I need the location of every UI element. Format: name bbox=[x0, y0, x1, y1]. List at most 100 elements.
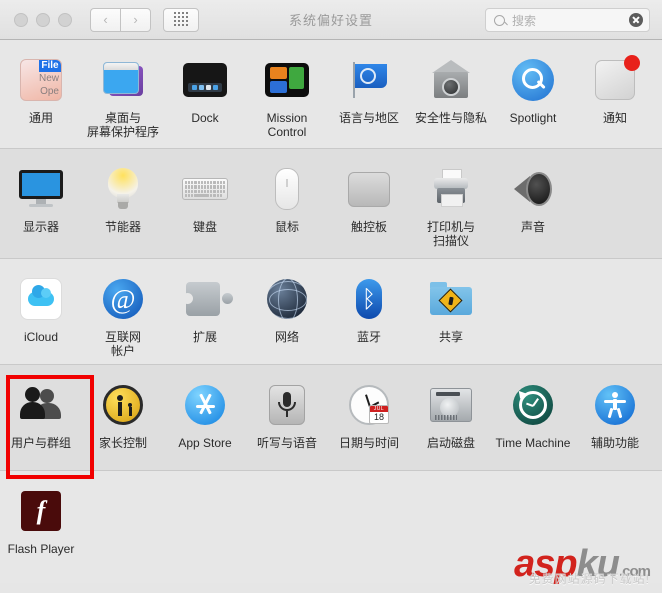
pref-item-general[interactable]: File New Ope 通用 bbox=[0, 52, 82, 125]
watermark-subtitle: 免费网站源码下载站! bbox=[528, 572, 650, 586]
parental-controls-icon bbox=[103, 385, 143, 425]
general-icon: File New Ope bbox=[20, 59, 62, 101]
zoom-button[interactable] bbox=[58, 12, 72, 27]
pref-item-spotlight[interactable]: Spotlight bbox=[492, 52, 574, 125]
displays-icon bbox=[19, 170, 63, 208]
pref-item-label: 共享 bbox=[438, 330, 463, 344]
pref-item-energy-saver[interactable]: 节能器 bbox=[82, 161, 164, 234]
pref-item-label: 显示器 bbox=[22, 220, 59, 234]
pref-item-displays[interactable]: 显示器 bbox=[0, 161, 82, 234]
pref-item-label: Time Machine bbox=[495, 436, 571, 450]
pref-item-label: 桌面与 屏幕保护程序 bbox=[86, 111, 159, 139]
window-toolbar: ‹ › 系统偏好设置 搜索 bbox=[0, 0, 662, 40]
pref-item-internet-accounts[interactable]: @ 互联网 帐户 bbox=[82, 271, 164, 358]
pref-item-desktop-screensaver[interactable]: 桌面与 屏幕保护程序 bbox=[82, 52, 164, 139]
users-groups-icon bbox=[19, 387, 63, 423]
clear-search-button[interactable] bbox=[629, 13, 643, 27]
pref-item-trackpad[interactable]: 触控板 bbox=[328, 161, 410, 234]
network-icon bbox=[267, 279, 307, 319]
system-preferences-window: ‹ › 系统偏好设置 搜索 File New Ope 通用 桌面与 屏幕保护程序… bbox=[0, 0, 662, 593]
show-all-grid-button[interactable] bbox=[163, 7, 199, 32]
preferences-grid: File New Ope 通用 桌面与 屏幕保护程序 Dock Mission … bbox=[0, 40, 662, 583]
pref-item-label: Spotlight bbox=[509, 111, 557, 125]
startup-disk-icon bbox=[430, 388, 472, 422]
pref-item-startup-disk[interactable]: 启动磁盘 bbox=[410, 377, 492, 450]
pref-item-icloud[interactable]: iCloud bbox=[0, 271, 82, 344]
dock-icon bbox=[183, 63, 227, 97]
pref-item-network[interactable]: 网络 bbox=[246, 271, 328, 344]
preferences-row-system: 用户与群组 家长控制 App Store 听写与语音 JUL 18 日期与时间 … bbox=[0, 365, 662, 471]
energy-saver-icon bbox=[106, 168, 140, 210]
pref-item-label: iCloud bbox=[23, 330, 59, 344]
search-placeholder: 搜索 bbox=[512, 13, 537, 28]
search-field[interactable]: 搜索 bbox=[485, 8, 650, 32]
pref-item-label: 键盘 bbox=[192, 220, 217, 234]
sound-icon bbox=[512, 171, 554, 207]
sharing-icon bbox=[430, 282, 472, 316]
pref-item-label: 鼠标 bbox=[274, 220, 299, 234]
notifications-icon bbox=[595, 55, 640, 100]
pref-item-label: 声音 bbox=[520, 220, 545, 234]
icloud-icon bbox=[20, 278, 62, 320]
dictation-speech-icon bbox=[269, 385, 305, 425]
pref-item-mission-control[interactable]: Mission Control bbox=[246, 52, 328, 139]
app-store-icon bbox=[185, 385, 225, 425]
pref-item-flash-player[interactable]: f Flash Player bbox=[0, 483, 82, 556]
pref-item-label: 触控板 bbox=[350, 220, 387, 234]
pref-item-sharing[interactable]: 共享 bbox=[410, 271, 492, 344]
pref-item-label: 通用 bbox=[28, 111, 53, 125]
forward-button[interactable]: › bbox=[120, 7, 151, 32]
pref-item-users-groups[interactable]: 用户与群组 bbox=[0, 377, 82, 450]
grid-icon bbox=[173, 12, 189, 27]
pref-item-sound[interactable]: 声音 bbox=[492, 161, 574, 234]
pref-item-label: 用户与群组 bbox=[10, 436, 71, 450]
spotlight-icon bbox=[512, 59, 554, 101]
pref-item-app-store[interactable]: App Store bbox=[164, 377, 246, 450]
pref-item-printers-scanners[interactable]: 打印机与 扫描仪 bbox=[410, 161, 492, 248]
pref-item-label: 听写与语音 bbox=[256, 436, 317, 450]
pref-item-dictation-speech[interactable]: 听写与语音 bbox=[246, 377, 328, 450]
extensions-icon bbox=[182, 280, 233, 318]
pref-item-language-region[interactable]: 语言与地区 bbox=[328, 52, 410, 125]
watermark: aspku.com 免费网站源码下载站! bbox=[514, 545, 651, 586]
back-button[interactable]: ‹ bbox=[90, 7, 120, 32]
pref-item-label: Flash Player bbox=[7, 542, 75, 556]
pref-item-bluetooth[interactable]: ᛒ 蓝牙 bbox=[328, 271, 410, 344]
traffic-lights bbox=[14, 12, 72, 27]
pref-item-label: 启动磁盘 bbox=[426, 436, 475, 450]
pref-item-label: 辅助功能 bbox=[590, 436, 639, 450]
printers-scanners-icon bbox=[431, 169, 471, 209]
pref-item-label: 互联网 帐户 bbox=[104, 330, 141, 358]
pref-item-security-privacy[interactable]: 安全性与隐私 bbox=[410, 52, 492, 125]
flash-player-icon: f bbox=[21, 491, 61, 531]
notification-badge bbox=[624, 55, 640, 71]
pref-item-notifications[interactable]: 通知 bbox=[574, 52, 656, 125]
pref-item-keyboard[interactable]: 键盘 bbox=[164, 161, 246, 234]
pref-item-extensions[interactable]: 扩展 bbox=[164, 271, 246, 344]
pref-item-label: 网络 bbox=[274, 330, 299, 344]
preferences-row-hardware: 显示器 节能器 键盘 鼠标 触控板 打印机与 扫描仪 声音 bbox=[0, 149, 662, 259]
keyboard-icon bbox=[182, 178, 228, 200]
pref-item-label: App Store bbox=[178, 436, 232, 450]
pref-item-accessibility[interactable]: 辅助功能 bbox=[574, 377, 656, 450]
pref-item-label: 日期与时间 bbox=[338, 436, 399, 450]
accessibility-icon bbox=[595, 385, 635, 425]
bluetooth-icon: ᛒ bbox=[356, 279, 382, 319]
security-privacy-icon bbox=[430, 60, 472, 100]
desktop-screensaver-icon bbox=[101, 60, 145, 100]
pref-item-label: 蓝牙 bbox=[356, 330, 381, 344]
pref-item-label: 语言与地区 bbox=[338, 111, 399, 125]
close-button[interactable] bbox=[14, 12, 28, 27]
pref-item-mouse[interactable]: 鼠标 bbox=[246, 161, 328, 234]
pref-item-time-machine[interactable]: Time Machine bbox=[492, 377, 574, 450]
pref-item-parental-controls[interactable]: 家长控制 bbox=[82, 377, 164, 450]
minimize-button[interactable] bbox=[36, 12, 50, 27]
language-region-icon bbox=[349, 60, 389, 100]
pref-item-date-time[interactable]: JUL 18 日期与时间 bbox=[328, 377, 410, 450]
mission-control-icon bbox=[265, 63, 309, 97]
pref-item-label: Dock bbox=[191, 111, 219, 125]
pref-item-dock[interactable]: Dock bbox=[164, 52, 246, 125]
trackpad-icon bbox=[348, 171, 390, 207]
pref-item-label: 通知 bbox=[602, 111, 627, 125]
calendar-badge: JUL 18 bbox=[369, 405, 389, 424]
